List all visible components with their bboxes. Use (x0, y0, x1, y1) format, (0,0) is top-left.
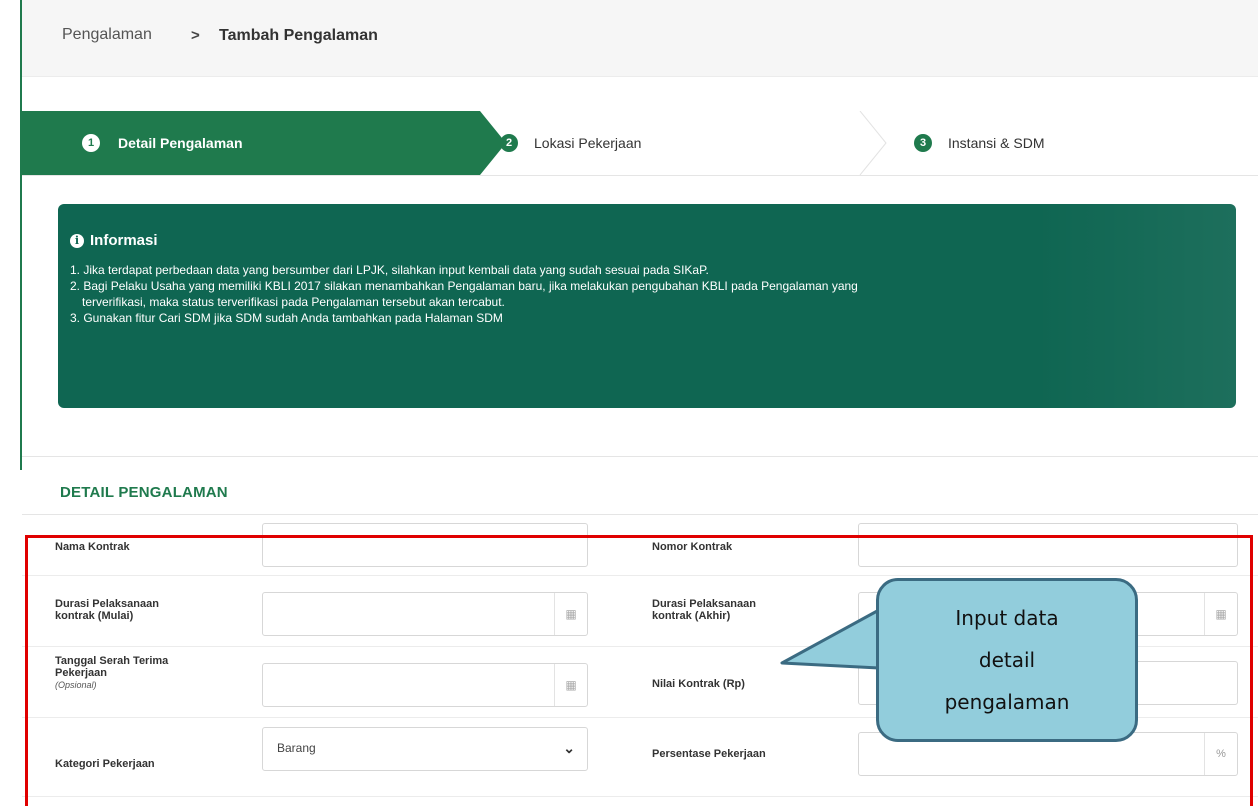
persentase-pekerjaan-label: Persentase Pekerjaan (652, 748, 766, 760)
label-line: kontrak (Mulai) (55, 610, 134, 622)
wizard-stepper: 1 Detail Pengalaman 2 Lokasi Pekerjaan 3… (22, 111, 1258, 176)
nilai-kontrak-label: Nilai Kontrak (Rp) (652, 678, 745, 690)
info-item-continuation: terverifikasi, maka status terverifikasi… (82, 295, 505, 309)
step-label: Detail Pengalaman (118, 135, 243, 151)
percent-addon: % (1204, 733, 1237, 775)
nama-kontrak-label: Nama Kontrak (55, 541, 130, 553)
select-value: Barang (277, 741, 316, 755)
step-label: Instansi & SDM (948, 135, 1045, 151)
callout-annotation: Input data detail pengalaman (876, 578, 1138, 742)
callout-line: Input data (955, 606, 1059, 630)
section-title: DETAIL PENGALAMAN (60, 484, 228, 501)
breadcrumb-root-link[interactable]: Pengalaman (62, 26, 152, 44)
step-number: 3 (914, 134, 932, 152)
step-number: 1 (82, 134, 100, 152)
nomor-kontrak-label: Nomor Kontrak (652, 541, 733, 553)
divider (22, 456, 1258, 457)
info-list: 1. Jika terdapat perbedaan data yang ber… (70, 262, 1220, 326)
label-line: Pekerjaan (55, 667, 107, 679)
kategori-pekerjaan-select[interactable]: Barang ⌄ (262, 727, 588, 771)
info-item: 1. Jika terdapat perbedaan data yang ber… (70, 263, 709, 277)
info-item: 2. Bagi Pelaku Usaha yang memiliki KBLI … (70, 279, 858, 293)
info-icon: i (70, 233, 84, 248)
tanggal-serah-label: Tanggal Serah Terima Pekerjaan (Opsional… (55, 655, 168, 691)
step-lokasi-pekerjaan[interactable]: 2 Lokasi Pekerjaan (498, 111, 878, 175)
label-line: Durasi Pelaksanaan (652, 598, 756, 610)
tanggal-serah-input[interactable]: ▦ (262, 663, 588, 707)
step-detail-pengalaman[interactable]: 1 Detail Pengalaman (22, 111, 480, 175)
callout-line: pengalaman (944, 690, 1070, 714)
breadcrumb-current: Tambah Pengalaman (219, 27, 378, 44)
optional-note: (Opsional) (55, 680, 97, 690)
breadcrumb (22, 0, 1258, 77)
info-item: 3. Gunakan fitur Cari SDM jika SDM sudah… (70, 311, 503, 325)
calendar-icon[interactable]: ▦ (1204, 593, 1237, 635)
calendar-icon[interactable]: ▦ (554, 593, 587, 635)
nomor-kontrak-input[interactable] (858, 523, 1238, 567)
kategori-pekerjaan-label: Kategori Pekerjaan (55, 758, 155, 770)
step-label: Lokasi Pekerjaan (534, 135, 642, 151)
label-line: Durasi Pelaksanaan (55, 598, 159, 610)
page: Pengalaman > Tambah Pengalaman 1 Detail … (0, 0, 1258, 806)
step-instansi-sdm[interactable]: 3 Instansi & SDM (914, 111, 1254, 175)
callout-seam-cover (879, 612, 883, 666)
info-title-text: Informasi (90, 232, 158, 249)
label-line: kontrak (Akhir) (652, 610, 731, 622)
info-panel: i Informasi 1. Jika terdapat perbedaan d… (58, 204, 1236, 408)
nama-kontrak-input[interactable] (262, 523, 588, 567)
chevron-down-icon: ⌄ (563, 740, 575, 756)
callout-line: detail (978, 648, 1036, 672)
breadcrumb-separator: > (191, 27, 200, 44)
callout-text: Input data detail pengalaman (879, 597, 1135, 723)
label-line: Tanggal Serah Terima (55, 655, 169, 667)
durasi-mulai-label: Durasi Pelaksanaan kontrak (Mulai) (55, 598, 159, 622)
calendar-icon[interactable]: ▦ (554, 664, 587, 706)
step-number: 2 (500, 134, 518, 152)
info-title: i Informasi (70, 232, 158, 249)
durasi-mulai-input[interactable]: ▦ (262, 592, 588, 636)
durasi-akhir-label: Durasi Pelaksanaan kontrak (Akhir) (652, 598, 756, 622)
